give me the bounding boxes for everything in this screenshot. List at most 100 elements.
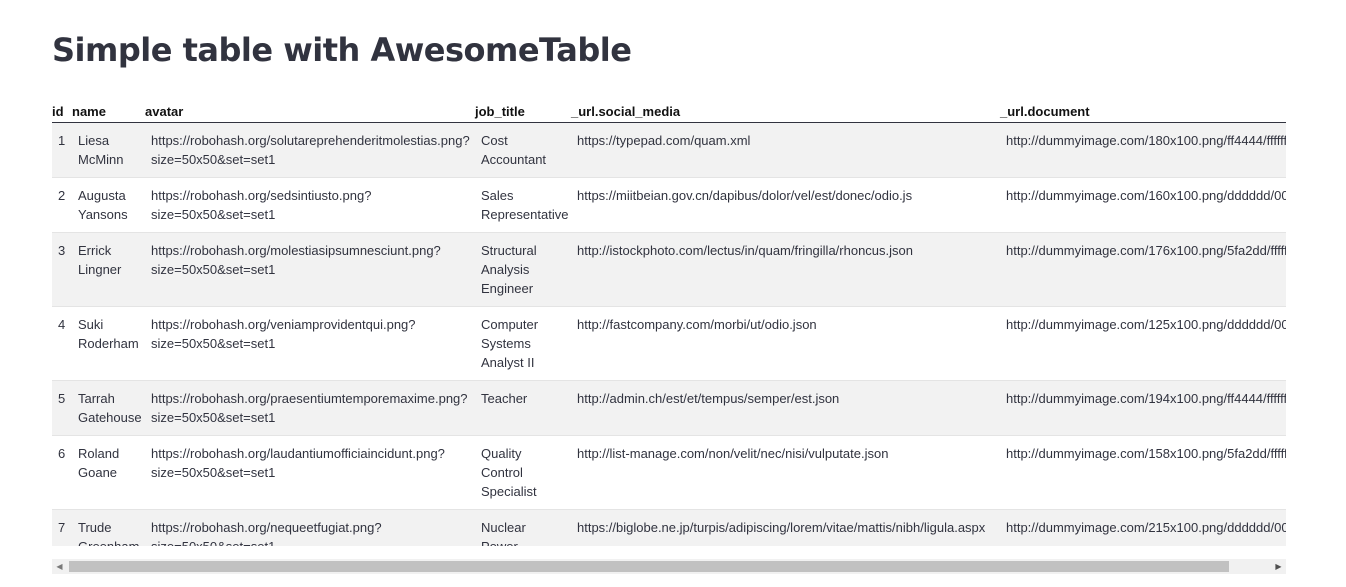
cell-line: Tarrah [78, 391, 115, 406]
cell-name: Augusta Yansons [72, 177, 145, 233]
cell-line: size=50x50&set=set1 [151, 262, 276, 277]
cell-line: size=50x50&set=set1 [151, 410, 276, 425]
table-header-row: id name avatar job_title _url.social_med… [52, 100, 1286, 123]
cell-document: http://dummyimage.com/176x100.png/5fa2dd… [1000, 232, 1286, 307]
cell-line: Nuclear Power [481, 520, 526, 546]
cell-name: Trude Greenham [72, 509, 145, 546]
table-row[interactable]: 3 Errick Lingner https://robohash.org/moles… [52, 232, 1286, 307]
cell-document: http://dummyimage.com/194x100.png/ff4444… [1000, 380, 1286, 436]
cell-social-media: https://biglobe.ne.jp/turpis/adipiscing/… [571, 509, 1000, 546]
cell-line: https://robohash.org/praesentiumtemporem… [151, 391, 468, 406]
cell-line: Structural [481, 243, 537, 258]
cell-line: Representative [481, 207, 569, 222]
cell-job-title: Cost Accountant [475, 122, 571, 178]
cell-id: 6 [52, 435, 72, 510]
cell-job-title: Sales Representative [475, 177, 571, 233]
table-header: id name avatar job_title _url.social_med… [52, 100, 1286, 123]
cell-social-media: http://list-manage.com/non/velit/nec/nis… [571, 435, 1000, 510]
cell-avatar: https://robohash.org/praesentiumtemporem… [145, 380, 475, 436]
cell-social-media: http://admin.ch/est/et/tempus/semper/est… [571, 380, 1000, 436]
cell-line: Sales [481, 188, 514, 203]
cell-social-media: http://fastcompany.com/morbi/ut/odio.jso… [571, 306, 1000, 381]
table-row[interactable]: 2 Augusta Yansons https://robohash.org/seds… [52, 177, 1286, 233]
table-row[interactable]: 6 Roland Goane https://robohash.org/laudant… [52, 435, 1286, 510]
cell-avatar: https://robohash.org/nequeetfugiat.png? s… [145, 509, 475, 546]
cell-avatar: https://robohash.org/molestiasipsumnesci… [145, 232, 475, 307]
cell-line: Control [481, 465, 523, 480]
cell-id: 3 [52, 232, 72, 307]
cell-line: https://robohash.org/laudantiumofficiain… [151, 446, 445, 461]
cell-line: Greenham [78, 537, 139, 546]
cell-line: https://robohash.org/solutareprehenderit… [151, 133, 470, 148]
cell-line: Roderham [78, 336, 139, 351]
cell-name: Roland Goane [72, 435, 145, 510]
cell-line: Quality [481, 446, 522, 461]
column-header-name[interactable]: name [72, 100, 145, 123]
column-header-id[interactable]: id [52, 100, 72, 123]
cell-line: Gatehouse [78, 410, 142, 425]
scrollbar-thumb[interactable] [69, 561, 1229, 572]
cell-avatar: https://robohash.org/veniamprovidentqui.… [145, 306, 475, 381]
cell-line: size=50x50&set=set1 [151, 465, 276, 480]
cell-document: http://dummyimage.com/125x100.png/dddddd… [1000, 306, 1286, 381]
awesome-table: id name avatar job_title _url.social_med… [52, 100, 1286, 546]
cell-id: 7 [52, 509, 72, 546]
cell-name: Errick Lingner [72, 232, 145, 307]
cell-job-title: Computer Systems Analyst II [475, 306, 571, 381]
cell-line: size=50x50&set=set1 [151, 336, 276, 351]
cell-line: Analyst II [481, 355, 535, 370]
cell-line: Roland [78, 446, 120, 461]
cell-job-title: Teacher [475, 380, 571, 436]
cell-social-media: https://typepad.com/quam.xml [571, 122, 1000, 178]
table-row[interactable]: 5 Tarrah Gatehouse https://robohash.org/pra… [52, 380, 1286, 436]
cell-line: size=50x50&set=set1 [151, 152, 276, 167]
cell-id: 5 [52, 380, 72, 436]
scroll-right-icon[interactable]: ▶ [1271, 559, 1286, 574]
cell-avatar: https://robohash.org/sedsintiusto.png? si… [145, 177, 475, 233]
cell-document: http://dummyimage.com/180x100.png/ff4444… [1000, 122, 1286, 178]
cell-line: Systems [481, 336, 531, 351]
cell-line: Liesa [78, 133, 110, 148]
table-viewport[interactable]: id name avatar job_title _url.social_med… [52, 100, 1286, 546]
cell-line: Computer [481, 317, 539, 332]
cell-id: 4 [52, 306, 72, 381]
cell-line: https://robohash.org/sedsintiusto.png? [151, 188, 372, 203]
cell-line: size=50x50&set=set1 [151, 207, 276, 222]
cell-line: https://robohash.org/molestiasipsumnesci… [151, 243, 441, 258]
cell-line: Accountant [481, 152, 547, 167]
horizontal-scrollbar[interactable]: ◀ ▶ [52, 559, 1286, 574]
cell-line: https://robohash.org/nequeetfugiat.png? [151, 520, 382, 535]
cell-line: Engineer [481, 281, 534, 296]
table-row[interactable]: 4 Suki Roderham https://robohash.org/veniam… [52, 306, 1286, 381]
cell-id: 2 [52, 177, 72, 233]
cell-line: https://robohash.org/veniamprovidentqui.… [151, 317, 416, 332]
cell-document: http://dummyimage.com/160x100.png/dddddd… [1000, 177, 1286, 233]
cell-line: Yansons [78, 207, 128, 222]
cell-job-title: Quality Control Specialist [475, 435, 571, 510]
cell-line: Lingner [78, 262, 122, 277]
table-row[interactable]: 7 Trude Greenham https://robohash.org/neque… [52, 509, 1286, 546]
cell-document: http://dummyimage.com/158x100.png/5fa2dd… [1000, 435, 1286, 510]
cell-social-media: https://miitbeian.gov.cn/dapibus/dolor/v… [571, 177, 1000, 233]
cell-avatar: https://robohash.org/solutareprehenderit… [145, 122, 475, 178]
cell-name: Suki Roderham [72, 306, 145, 381]
cell-social-media: http://istockphoto.com/lectus/in/quam/fr… [571, 232, 1000, 307]
column-header-document[interactable]: _url.document [1000, 100, 1286, 123]
cell-line: Specialist [481, 484, 537, 499]
table-row[interactable]: 1 Liesa McMinn https://robohash.org/solutar… [52, 122, 1286, 178]
table-body: 1 Liesa McMinn https://robohash.org/solutar… [52, 122, 1286, 546]
scroll-left-icon[interactable]: ◀ [52, 559, 67, 574]
column-header-job-title[interactable]: job_title [475, 100, 571, 123]
cell-line: Cost [481, 133, 508, 148]
column-header-social-media[interactable]: _url.social_media [571, 100, 1000, 123]
cell-job-title: Structural Analysis Engineer [475, 232, 571, 307]
cell-line: Analysis [481, 262, 530, 277]
cell-line: McMinn [78, 152, 124, 167]
cell-line: Teacher [481, 391, 528, 406]
cell-line: Suki [78, 317, 104, 332]
cell-avatar: https://robohash.org/laudantiumofficiain… [145, 435, 475, 510]
cell-line: Augusta [78, 188, 126, 203]
cell-id: 1 [52, 122, 72, 178]
cell-job-title: Nuclear PowerEngineer [475, 509, 571, 546]
column-header-avatar[interactable]: avatar [145, 100, 475, 123]
